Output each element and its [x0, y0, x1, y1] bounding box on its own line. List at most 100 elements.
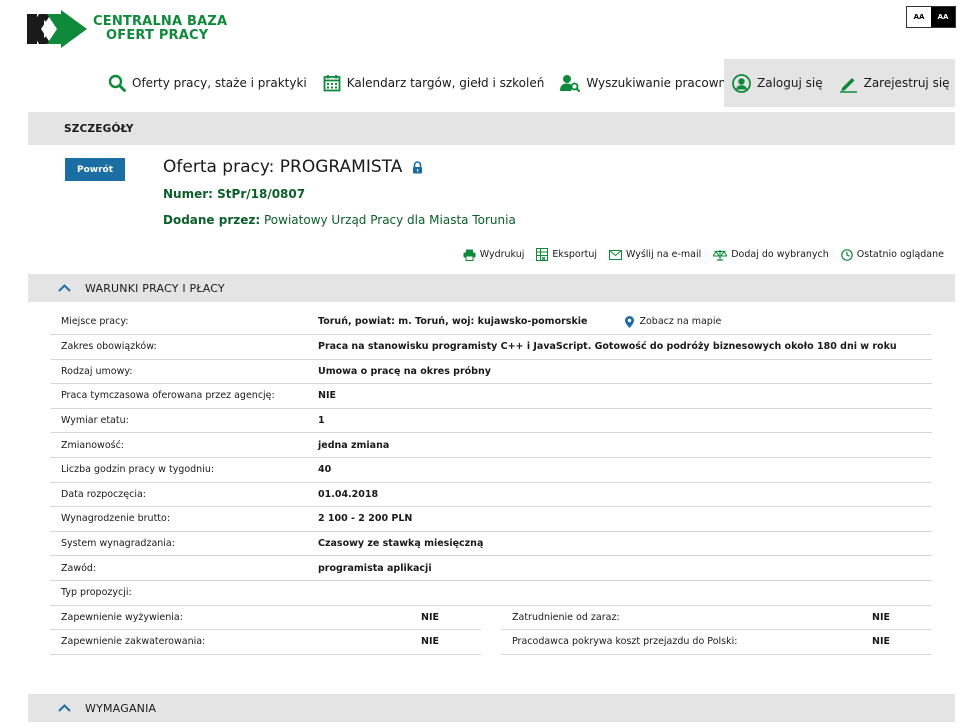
row-value: 2 100 - 2 200 PLN	[318, 513, 413, 525]
normal-contrast-button[interactable]: AA	[907, 7, 931, 27]
spreadsheet-icon	[536, 248, 549, 261]
user-search-icon	[560, 75, 581, 92]
table-row: Praca tymczasowa oferowana przez agencję…	[50, 384, 932, 409]
row-label: Typ propozycji:	[61, 587, 132, 599]
table-row: Zakres obowiązków: Praca na stanowisku p…	[50, 335, 932, 360]
register-label: Zarejestruj się	[863, 76, 950, 90]
nav-item-calendar[interactable]: Kalendarz targów, giełd i szkoleń	[315, 59, 553, 107]
row-label: Data rozpoczęcia:	[61, 488, 146, 500]
email-button[interactable]: Wyślij na e-mail	[609, 249, 701, 260]
export-button[interactable]: Eksportuj	[536, 248, 597, 261]
table-row: Wynagrodzenie brutto: 2 100 - 2 200 PLN	[50, 507, 932, 532]
offer-title-text: Oferta pracy: PROGRAMISTA	[163, 157, 403, 177]
row-value: 1	[318, 415, 325, 427]
offer-added-by: Dodane przez: Powiatowy Urząd Pracy dla …	[163, 213, 516, 227]
offer-number-value: StPr/18/0807	[217, 187, 306, 201]
calendar-icon	[323, 75, 341, 92]
map-link[interactable]: Zobacz na mapie	[625, 315, 722, 328]
envelope-icon	[609, 249, 622, 260]
row-label: Zawód:	[61, 562, 97, 574]
row-label: Zmianowość:	[61, 439, 125, 451]
contrast-toggle: AA AA	[906, 6, 956, 28]
scales-icon	[713, 249, 728, 261]
row-label: Liczba godzin pracy w tygodniu:	[61, 464, 215, 476]
row-label: Wynagrodzenie brutto:	[61, 513, 171, 525]
offer-actions: Wydrukuj Eksportuj Wyślij na e-mail Doda…	[451, 248, 944, 261]
details-bar: SZCZEGÓŁY	[28, 112, 955, 145]
chevron-up-icon	[58, 704, 71, 712]
half-cell: Zapewnienie wyżywienia: NIE	[50, 606, 481, 631]
row-label: System wynagradzania:	[61, 538, 175, 550]
table-row: System wynagradzania: Czasowy ze stawką …	[50, 532, 932, 557]
row-value: NIE	[872, 611, 890, 623]
login-label: Zaloguj się	[757, 76, 823, 90]
recently-viewed-button[interactable]: Ostatnio oglądane	[840, 248, 944, 261]
row-label: Zatrudnienie od zaraz:	[512, 611, 620, 623]
conditions-table: Miejsce pracy: Toruń, powiat: m. Toruń, …	[50, 309, 932, 655]
row-label: Wymiar etatu:	[61, 415, 129, 427]
print-label: Wydrukuj	[479, 249, 525, 260]
row-label: Pracodawca pokrywa koszt przejazdu do Po…	[512, 636, 738, 648]
recent-label: Ostatnio oglądane	[856, 249, 944, 260]
half-cell: Zatrudnienie od zaraz: NIE	[501, 606, 932, 631]
offer-number-label: Numer:	[163, 187, 213, 201]
row-value: programista aplikacji	[318, 562, 432, 574]
section-header-conditions[interactable]: WARUNKI PRACY I PŁACY	[28, 274, 955, 302]
pencil-icon	[839, 77, 857, 93]
main-nav: Oferty pracy, staże i praktyki Kalendarz…	[100, 59, 761, 107]
row-label: Zakres obowiązków:	[61, 341, 157, 353]
table-row: Typ propozycji:	[50, 581, 932, 606]
row-value: NIE	[421, 636, 439, 648]
nav-item-label: Kalendarz targów, giełd i szkoleń	[346, 76, 545, 90]
section-title: WARUNKI PRACY I PŁACY	[85, 281, 225, 295]
high-contrast-button[interactable]: AA	[931, 7, 955, 27]
table-row: Liczba godzin pracy w tygodniu: 40	[50, 458, 932, 483]
map-link-label: Zobacz na mapie	[639, 316, 722, 327]
page-title: Oferta pracy: PROGRAMISTA	[163, 157, 423, 177]
row-value: 01.04.2018	[318, 488, 379, 500]
login-link[interactable]: Zaloguj się	[724, 59, 831, 107]
row-value: Czasowy ze stawką miesięczną	[318, 538, 484, 550]
export-label: Eksportuj	[552, 249, 597, 260]
row-value: jedna zmiana	[318, 439, 390, 451]
site-logo[interactable]: CENTRALNA BAZA OFERT PRACY	[27, 9, 227, 49]
lock-icon	[413, 160, 423, 173]
row-value: Umowa o pracę na okres próbny	[318, 365, 491, 377]
row-value: Praca na stanowisku programisty C++ i Ja…	[318, 341, 897, 353]
add-favorites-button[interactable]: Dodaj do wybranych	[713, 249, 829, 261]
clock-icon	[840, 248, 853, 261]
section-title: WYMAGANIA	[85, 701, 157, 715]
half-cell: Pracodawca pokrywa koszt przejazdu do Po…	[501, 630, 932, 655]
row-value: 40	[318, 464, 332, 476]
place-value: Toruń, powiat: m. Toruń, woj: kujawsko-p…	[318, 316, 588, 327]
table-row-split: Zapewnienie wyżywienia: NIE Zatrudnienie…	[50, 606, 932, 631]
half-cell: Zapewnienie zakwaterowania: NIE	[50, 630, 481, 655]
nav-item-job-offers[interactable]: Oferty pracy, staże i praktyki	[100, 59, 315, 107]
logo-arrow-icon	[27, 10, 87, 48]
row-label: Rodzaj umowy:	[61, 365, 133, 377]
user-circle-icon	[732, 73, 751, 93]
row-label: Miejsce pracy:	[61, 316, 129, 327]
table-row: Data rozpoczęcia: 01.04.2018	[50, 483, 932, 508]
print-button[interactable]: Wydrukuj	[463, 249, 525, 261]
row-label: Zapewnienie wyżywienia:	[61, 611, 183, 623]
nav-item-label: Oferty pracy, staże i praktyki	[132, 76, 307, 90]
table-row: Wymiar etatu: 1	[50, 409, 932, 434]
logo-line-2: OFERT PRACY	[106, 28, 209, 43]
row-label: Zapewnienie zakwaterowania:	[61, 636, 206, 648]
chevron-up-icon	[58, 284, 71, 292]
row-value: NIE	[421, 611, 439, 623]
table-row-split: Zapewnienie zakwaterowania: NIE Pracodaw…	[50, 630, 932, 655]
logo-text: CENTRALNA BAZA OFERT PRACY	[93, 15, 227, 43]
table-row: Miejsce pracy: Toruń, powiat: m. Toruń, …	[50, 309, 932, 335]
search-icon	[108, 74, 126, 92]
table-row: Rodzaj umowy: Umowa o pracę na okres pró…	[50, 360, 932, 385]
register-link[interactable]: Zarejestruj się	[831, 59, 958, 107]
added-by-value: Powiatowy Urząd Pracy dla Miasta Torunia	[264, 213, 516, 227]
email-label: Wyślij na e-mail	[626, 249, 702, 260]
section-header-requirements[interactable]: WYMAGANIA	[28, 694, 955, 722]
offer-number: Numer: StPr/18/0807	[163, 187, 305, 201]
back-button[interactable]: Powrót	[65, 158, 125, 181]
details-bar-title: SZCZEGÓŁY	[64, 122, 134, 135]
table-row: Zmianowość: jedna zmiana	[50, 433, 932, 458]
